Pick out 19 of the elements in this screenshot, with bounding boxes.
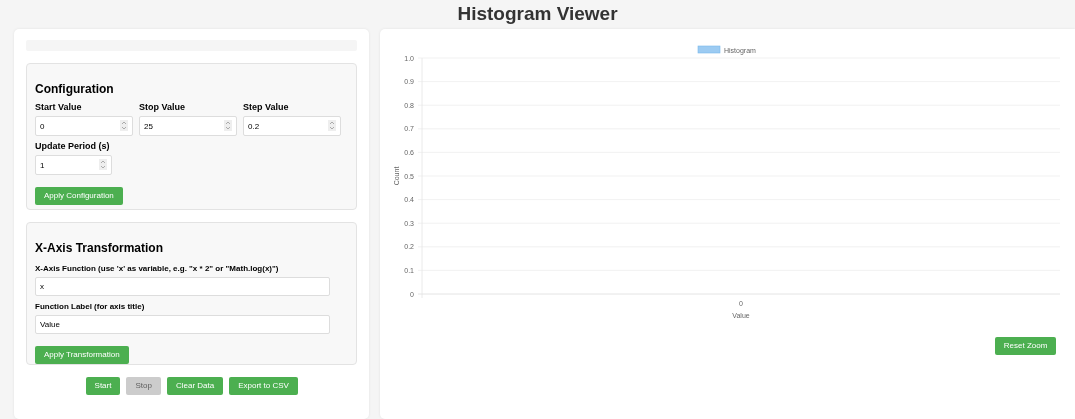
section-heading: Configuration <box>35 82 115 96</box>
spinner-icon[interactable] <box>99 159 107 170</box>
field-label: Stop Value <box>139 102 186 113</box>
field-label: X-Axis Function (use 'x' as variable, e.g. "x * 2" or "Math.log(x)") <box>35 264 280 274</box>
page-title: Histogram Viewer <box>457 2 618 27</box>
field-label: Function Label (for axis title) <box>35 302 146 312</box>
text-field[interactable]: Value <box>35 315 330 334</box>
section-heading: X-Axis Transformation <box>35 241 165 255</box>
number-field[interactable]: 1 <box>35 155 112 175</box>
spinner-icon[interactable] <box>120 120 128 131</box>
number-field[interactable]: 0.2 <box>243 116 341 136</box>
number-field[interactable]: 25 <box>139 116 237 136</box>
spinner-icon[interactable] <box>328 120 336 131</box>
text-field[interactable]: x <box>35 277 330 296</box>
spinner-icon[interactable] <box>224 120 232 131</box>
field-label: Update Period (s) <box>35 141 111 152</box>
field-label: Step Value <box>243 102 290 113</box>
field-label: Start Value <box>35 102 83 113</box>
number-field[interactable]: 0 <box>35 116 133 136</box>
